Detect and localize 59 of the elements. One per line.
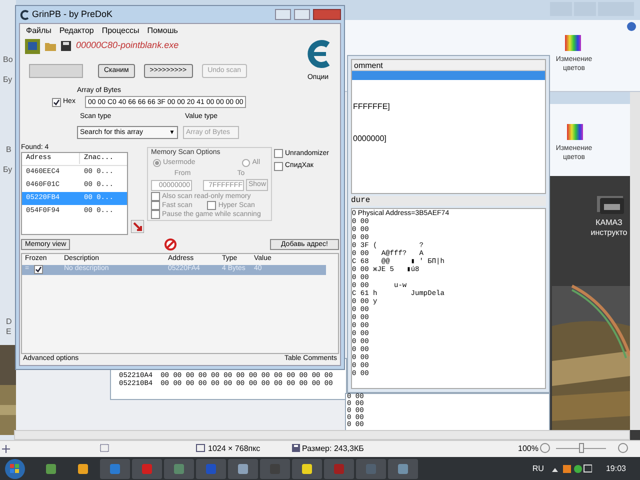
- window-text: В: [6, 146, 12, 154]
- desktop-shortcut-icon[interactable]: [600, 198, 624, 214]
- save-icon[interactable]: [61, 41, 71, 51]
- menu-item[interactable]: Процессы: [102, 24, 140, 36]
- radio-button[interactable]: [153, 159, 161, 168]
- taskbar-app-button[interactable]: [228, 458, 258, 478]
- zoom-slider[interactable]: [556, 443, 606, 453]
- taskbar-app-button[interactable]: [292, 458, 322, 478]
- zoom-level: 100%: [518, 443, 538, 455]
- tray-icons[interactable]: [552, 464, 592, 474]
- section-header: dure: [351, 196, 546, 206]
- crosshair-icon: [2, 445, 10, 453]
- selection-icon: [100, 444, 109, 452]
- column-header[interactable]: omment: [352, 60, 545, 71]
- scrollbar[interactable]: [14, 430, 630, 440]
- checkbox[interactable]: [274, 149, 283, 158]
- image-size-text: 1024 × 768пкс: [208, 443, 260, 455]
- process-name: 00000C80-pointblank.exe: [76, 39, 179, 52]
- list-row[interactable]: FFFFFFE]: [352, 102, 545, 112]
- clock[interactable]: 19:03: [606, 462, 626, 474]
- save-icon: [292, 444, 300, 452]
- window-text: D: [6, 318, 12, 326]
- checkbox[interactable]: [207, 201, 216, 210]
- no-sign-icon[interactable]: [164, 238, 177, 250]
- slider-thumb[interactable]: [578, 443, 584, 453]
- checkbox[interactable]: [52, 98, 61, 106]
- color-palette-icon[interactable]: [567, 124, 583, 140]
- menu-item[interactable]: Помошь: [147, 24, 178, 36]
- scrollbar[interactable]: [630, 92, 640, 430]
- checkbox[interactable]: [274, 162, 283, 171]
- maximize-button[interactable]: [294, 9, 310, 20]
- window-text: Во: [3, 56, 13, 64]
- list-row[interactable]: 0000000]: [352, 134, 545, 144]
- language-indicator[interactable]: RU: [532, 462, 544, 474]
- menu-item[interactable]: Файлы: [26, 24, 52, 36]
- desktop-icon-label[interactable]: КАМАЗ инструкто: [588, 218, 630, 238]
- checkbox[interactable]: [151, 210, 160, 219]
- window-text: Бу: [3, 166, 12, 174]
- checkbox[interactable]: [151, 192, 160, 201]
- file-size-text: Размер: 243,3КБ: [302, 443, 364, 455]
- arrow-icon[interactable]: [131, 220, 144, 232]
- taskbar-app-button[interactable]: [388, 458, 418, 478]
- start-button[interactable]: [4, 458, 26, 480]
- color-palette-icon[interactable]: [565, 35, 581, 51]
- window-title: GrinPB - by PreDoK: [32, 8, 113, 21]
- app-logo-icon: [19, 10, 29, 20]
- zoom-in-button[interactable]: [618, 443, 628, 453]
- zoom-out-button[interactable]: [540, 443, 550, 453]
- checkbox[interactable]: [151, 201, 160, 210]
- window-text: E: [6, 328, 12, 336]
- window-text: Бу: [3, 76, 12, 84]
- checkbox[interactable]: [34, 265, 44, 274]
- menu-item[interactable]: Редактор: [59, 24, 94, 36]
- close-button[interactable]: [313, 9, 341, 20]
- radio-button[interactable]: [242, 159, 250, 168]
- image-size-icon: [196, 444, 205, 452]
- folder-icon[interactable]: [45, 41, 56, 51]
- minimize-button[interactable]: [275, 9, 291, 20]
- computer-icon[interactable]: [25, 38, 40, 54]
